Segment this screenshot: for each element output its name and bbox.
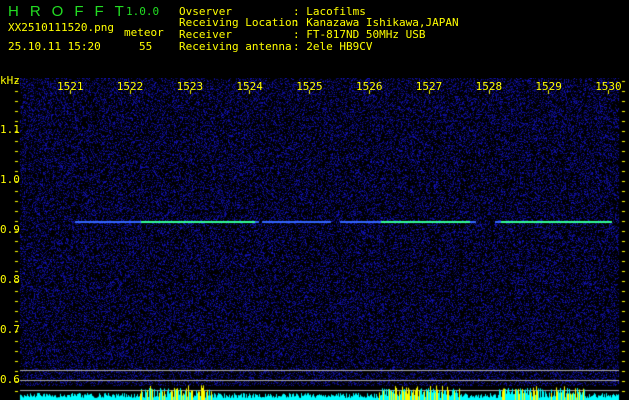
freq-tick-label: 1524 xyxy=(236,80,263,93)
axis-unit: kHz xyxy=(0,74,20,87)
freq-tick-label: 1528 xyxy=(475,80,503,93)
freq-tick-label: 1530 xyxy=(595,80,622,93)
file-name: XX2510111520.png xyxy=(8,21,114,34)
y-tick-label: 0.7 xyxy=(0,323,20,336)
app-logo: HROFFT xyxy=(8,3,135,20)
y-tick-label: 1.0 xyxy=(0,173,20,186)
app-version: 1.0.0 xyxy=(126,5,160,18)
freq-tick-label: 1527 xyxy=(415,80,443,93)
freq-tick-label: 1526 xyxy=(356,80,383,93)
freq-tick-label: 1525 xyxy=(296,80,323,93)
y-tick-label: 0.9 xyxy=(0,223,20,236)
meteor-count: 55 xyxy=(139,40,153,53)
y-tick-label: 0.6 xyxy=(0,373,20,386)
freq-tick-label: 1522 xyxy=(116,80,144,93)
info-label: Receiving antenna xyxy=(179,40,292,53)
freq-tick-label: 1529 xyxy=(535,80,562,93)
freq-tick-label: 1521 xyxy=(57,80,84,93)
freq-tick-label: 1523 xyxy=(176,80,204,93)
meteor-label: meteor xyxy=(124,26,164,39)
file-datetime: 25.10.11 15:20 xyxy=(8,40,101,53)
info-value: : 2ele HB9CV xyxy=(293,40,373,53)
y-tick-label: 1.1 xyxy=(0,123,20,136)
y-tick-label: 0.8 xyxy=(0,273,20,286)
waterfall-spectrogram[interactable] xyxy=(0,78,629,400)
